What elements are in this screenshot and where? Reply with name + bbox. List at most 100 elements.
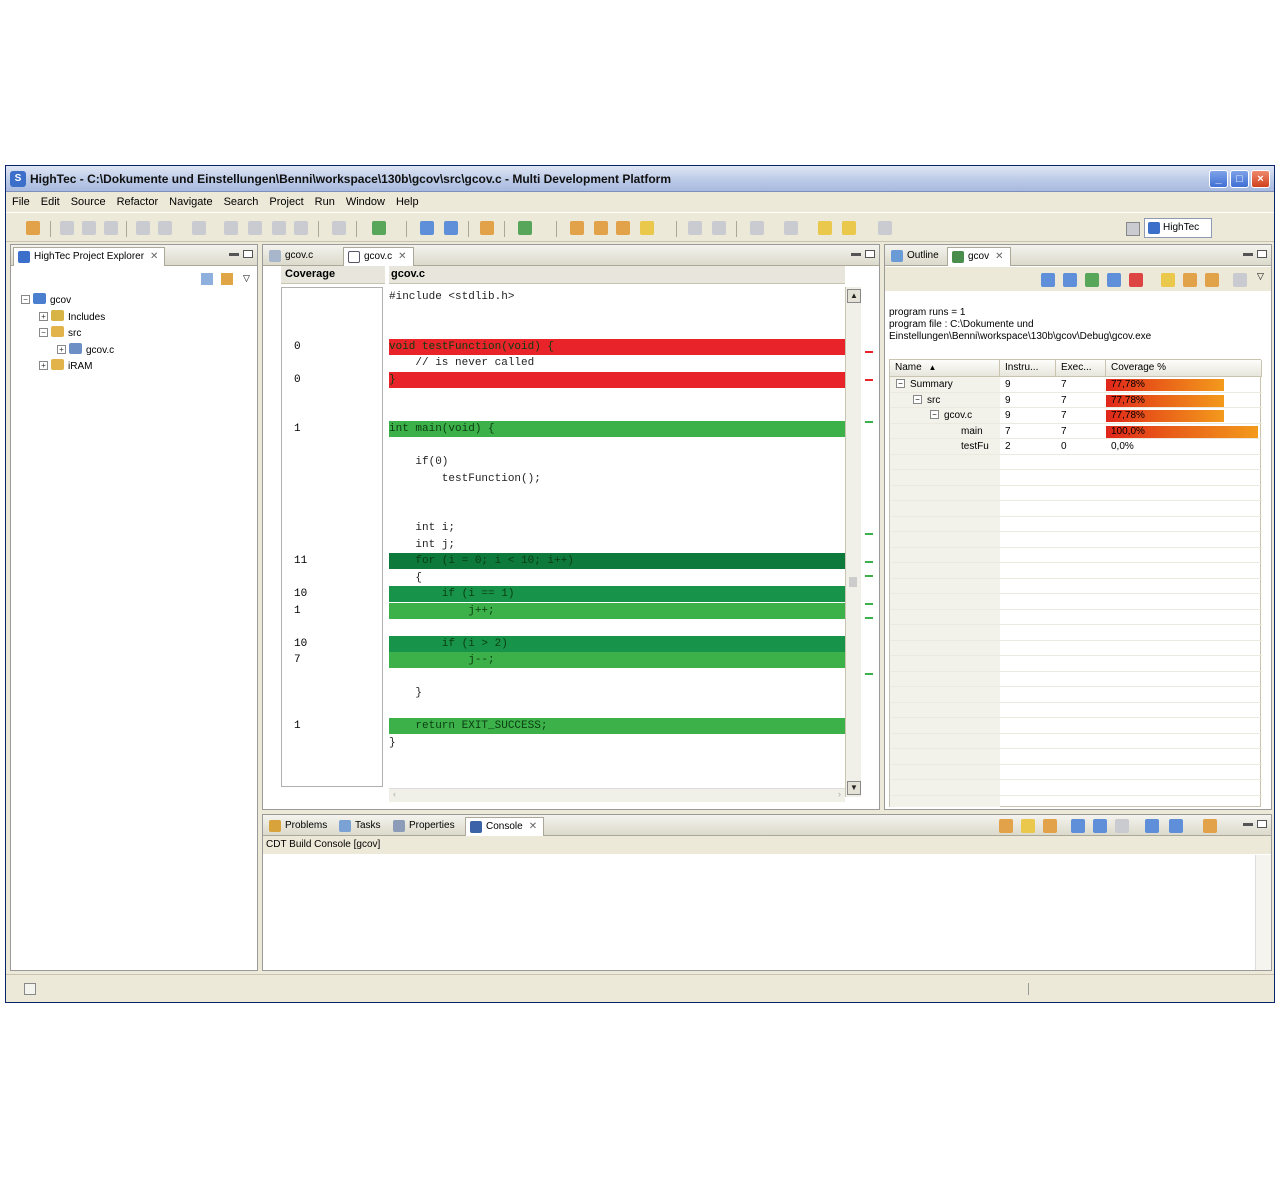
code-line[interactable]: testFunction(); — [389, 471, 845, 487]
tree-item[interactable]: − gcov — [21, 293, 71, 309]
back-history-icon[interactable] — [784, 221, 798, 235]
code-line[interactable] — [389, 504, 845, 520]
code-line[interactable]: } — [389, 371, 845, 388]
edit-icon[interactable] — [272, 221, 286, 235]
code-line[interactable] — [389, 306, 845, 322]
collapse-icon[interactable] — [1063, 273, 1077, 287]
tree-expander-icon[interactable]: + — [57, 344, 66, 354]
settings-icon[interactable] — [1183, 273, 1197, 287]
table-row[interactable]: − gcov.c 9 7 77,78% — [890, 408, 1262, 424]
editor-scrollbar[interactable]: ▲ ▼ — [845, 287, 861, 797]
scroll-down-icon[interactable]: ▼ — [847, 781, 861, 795]
tree-item[interactable]: + gcov.c — [57, 342, 114, 359]
mail-icon[interactable] — [444, 221, 458, 235]
menu-run[interactable]: Run — [309, 193, 340, 208]
menu-edit[interactable]: Edit — [35, 193, 65, 208]
tool-icon[interactable] — [248, 221, 262, 235]
last-edit-icon[interactable] — [750, 221, 764, 235]
lock-icon[interactable] — [294, 221, 308, 235]
next-annotation-icon[interactable] — [712, 221, 726, 235]
code-line[interactable] — [389, 619, 845, 635]
close-tab-icon[interactable]: ✕ — [529, 821, 537, 832]
forward-icon[interactable] — [842, 221, 856, 235]
tree-item[interactable]: + Includes — [39, 309, 105, 326]
back-icon[interactable] — [818, 221, 832, 235]
tab-gcov-c-1[interactable]: gcov.c — [265, 247, 319, 266]
tree-item[interactable]: − src — [39, 326, 81, 342]
code-line[interactable] — [389, 438, 845, 454]
menu-refactor[interactable]: Refactor — [111, 193, 164, 208]
package-icon[interactable] — [570, 221, 584, 235]
search-icon[interactable] — [518, 221, 532, 235]
folder-icon[interactable] — [616, 221, 630, 235]
save-icon[interactable] — [60, 221, 74, 235]
ruler-marker[interactable] — [865, 603, 873, 606]
filter-icon[interactable] — [1085, 273, 1099, 287]
refresh-icon[interactable] — [1205, 273, 1219, 287]
menu-help[interactable]: Help — [390, 193, 424, 208]
title-bar[interactable]: S HighTec - C:\Dokumente und Einstellung… — [6, 166, 1274, 192]
ruler-marker[interactable] — [865, 617, 873, 620]
code-line[interactable]: { — [389, 570, 845, 586]
expand-all-icon[interactable] — [1041, 273, 1055, 287]
code-line[interactable]: int main(void) { — [389, 421, 845, 437]
tree-expander-icon[interactable]: − — [21, 295, 30, 304]
refresh-icon[interactable] — [192, 221, 206, 235]
tab-gcov[interactable]: gcov ✕ — [947, 247, 1011, 266]
tree-expander-icon[interactable]: − — [930, 410, 939, 419]
code-line[interactable]: int j; — [389, 537, 845, 553]
scroll-up-icon[interactable]: ▲ — [847, 289, 861, 303]
help-icon[interactable] — [420, 221, 434, 235]
tree-expander-icon[interactable]: − — [913, 394, 922, 404]
class-icon[interactable] — [594, 221, 608, 235]
code-line[interactable] — [389, 322, 845, 338]
view-menu-icon[interactable]: ▽ — [1257, 271, 1264, 282]
build-icon[interactable] — [158, 221, 172, 235]
tab-problems[interactable]: Problems — [265, 817, 333, 836]
close-button[interactable]: × — [1251, 170, 1270, 188]
ruler-marker[interactable] — [865, 673, 873, 676]
stop-icon[interactable] — [136, 221, 150, 235]
ruler-marker[interactable] — [865, 420, 873, 423]
new-icon[interactable] — [26, 221, 40, 235]
pencil-icon[interactable] — [224, 221, 238, 235]
word-wrap-icon[interactable] — [1071, 819, 1085, 833]
info-icon[interactable] — [1233, 273, 1247, 287]
close-tab-icon[interactable]: ✕ — [995, 251, 1003, 262]
code-line[interactable]: } — [389, 685, 845, 701]
tab-properties[interactable]: Properties — [389, 817, 461, 836]
col-exec-header[interactable]: Exec... — [1056, 360, 1106, 377]
ruler-marker[interactable] — [865, 533, 873, 536]
table-row[interactable]: testFu 2 0 0,0% — [890, 439, 1262, 455]
menu-project[interactable]: Project — [263, 193, 308, 208]
table-row[interactable]: main 7 7 100,0% — [890, 424, 1262, 439]
code-line[interactable]: } — [389, 735, 845, 751]
tab-tasks[interactable]: Tasks — [335, 817, 387, 836]
save-all-icon[interactable] — [82, 221, 96, 235]
maximize-view-icon[interactable] — [865, 250, 875, 258]
table-row[interactable]: − src 9 7 77,78% — [890, 393, 1262, 408]
tab-outline[interactable]: Outline — [887, 247, 945, 266]
close-tab-icon[interactable]: ✕ — [150, 251, 158, 262]
chart-icon[interactable] — [1107, 273, 1121, 287]
export-icon[interactable] — [1129, 273, 1143, 287]
remove-launch-icon[interactable] — [1115, 819, 1129, 833]
prev-annotation-icon[interactable] — [688, 221, 702, 235]
wand-icon[interactable] — [640, 221, 654, 235]
code-line[interactable]: // is never called — [389, 355, 845, 371]
ruler-marker[interactable] — [865, 350, 873, 353]
maximize-view-icon[interactable] — [1257, 250, 1267, 258]
menu-navigate[interactable]: Navigate — [163, 193, 217, 208]
scroll-right-icon[interactable]: › — [838, 789, 841, 799]
print-icon[interactable] — [104, 221, 118, 235]
maximize-view-icon[interactable] — [243, 250, 253, 258]
scroll-thumb[interactable] — [849, 577, 857, 587]
ruler-marker[interactable] — [865, 561, 873, 564]
menu-source[interactable]: Source — [65, 193, 111, 208]
minimize-view-icon[interactable] — [1243, 253, 1253, 256]
code-area[interactable]: #include <stdlib.h> void testFunction(voi… — [389, 287, 845, 797]
console-output[interactable] — [263, 855, 1253, 970]
code-line[interactable] — [389, 702, 845, 718]
code-line[interactable]: void testFunction(void) { — [389, 338, 845, 355]
tab-console[interactable]: Console ✕ — [465, 817, 545, 836]
